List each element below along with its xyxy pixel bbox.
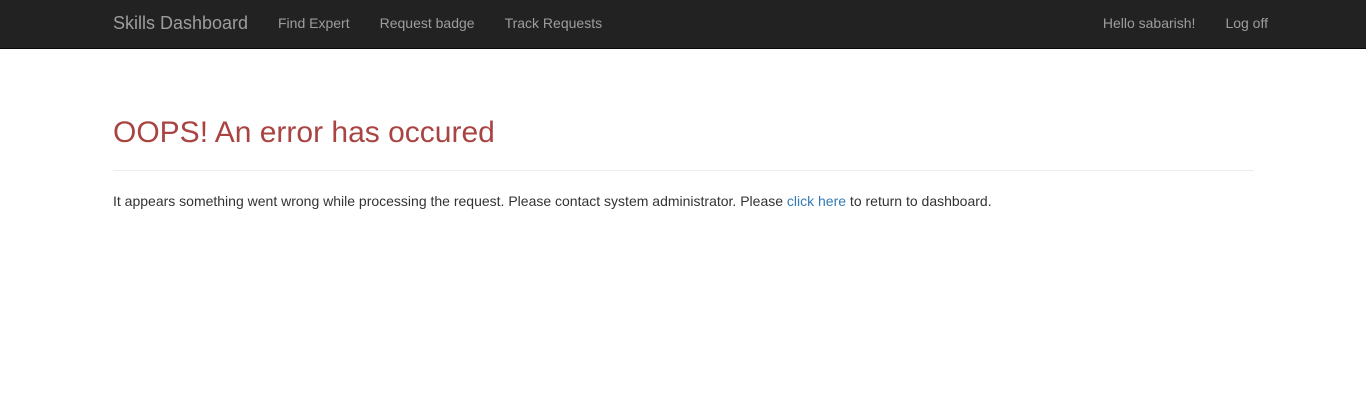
return-dashboard-link[interactable]: click here <box>787 193 846 209</box>
brand-link[interactable]: Skills Dashboard <box>113 12 248 34</box>
divider <box>113 170 1254 171</box>
error-message: It appears something went wrong while pr… <box>113 193 992 210</box>
nav-track-requests[interactable]: Track Requests <box>505 15 603 32</box>
error-title: OOPS! An error has occured <box>113 116 495 149</box>
user-nav: Hello sabarish! Log off <box>1103 15 1268 32</box>
user-greeting-link[interactable]: Hello sabarish! <box>1103 15 1196 32</box>
error-message-after: to return to dashboard. <box>846 193 992 209</box>
nav-request-badge[interactable]: Request badge <box>380 15 475 32</box>
nav-find-expert[interactable]: Find Expert <box>278 15 350 32</box>
logoff-link[interactable]: Log off <box>1225 15 1268 32</box>
error-message-before: It appears something went wrong while pr… <box>113 193 787 209</box>
top-navbar: Skills Dashboard Find Expert Request bad… <box>0 0 1366 49</box>
main-nav: Find Expert Request badge Track Requests <box>278 15 602 32</box>
